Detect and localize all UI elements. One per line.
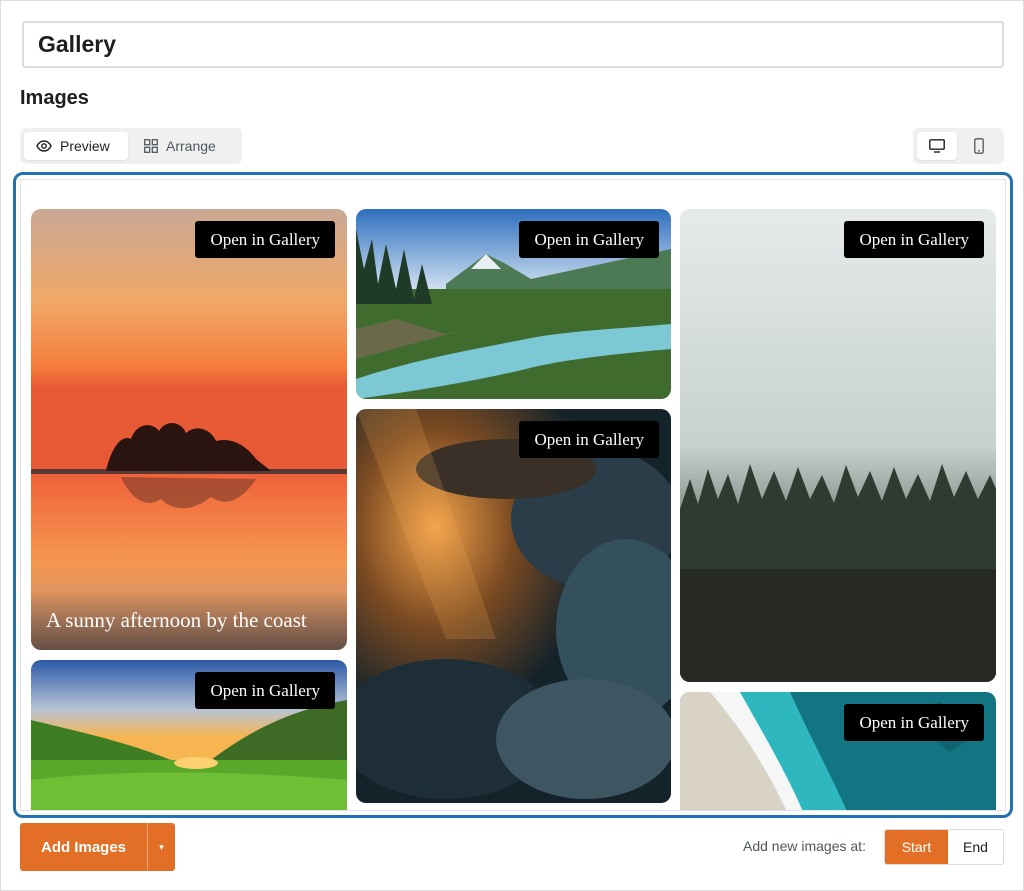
dramatic-clouds-photo — [356, 409, 671, 803]
open-in-gallery-button[interactable]: Open in Gallery — [844, 704, 984, 741]
open-in-gallery-button[interactable]: Open in Gallery — [195, 221, 335, 258]
open-in-gallery-button[interactable]: Open in Gallery — [195, 672, 335, 709]
mobile-view-button[interactable] — [959, 132, 999, 160]
add-images-button-group: Add Images ▾ — [20, 823, 175, 871]
preview-tab-label: Preview — [60, 138, 110, 154]
add-images-button[interactable]: Add Images — [20, 823, 147, 871]
foggy-forest-photo — [680, 209, 996, 682]
arrange-tab[interactable]: Arrange — [132, 132, 228, 160]
open-in-gallery-button[interactable]: Open in Gallery — [844, 221, 984, 258]
insert-position-toggle: Start End — [884, 829, 1004, 865]
mobile-icon — [974, 138, 984, 154]
open-in-gallery-button[interactable]: Open in Gallery — [519, 221, 659, 258]
desktop-view-button[interactable] — [917, 132, 957, 160]
desktop-icon — [929, 139, 945, 153]
gallery-image-sunset-lake[interactable]: Open in Gallery A sunny afternoon by the… — [31, 209, 347, 650]
insert-at-end-button[interactable]: End — [948, 830, 1003, 864]
insert-at-start-button[interactable]: Start — [885, 830, 948, 864]
eye-icon — [36, 140, 52, 152]
grid-icon — [144, 139, 158, 153]
view-mode-toggle: Preview Arrange — [20, 128, 242, 164]
open-in-gallery-button[interactable]: Open in Gallery — [519, 421, 659, 458]
gallery-image-mountain-river[interactable]: Open in Gallery — [356, 209, 671, 399]
image-caption: A sunny afternoon by the coast — [31, 590, 347, 650]
gallery-image-aerial-beach[interactable]: Open in Gallery — [680, 692, 996, 810]
gallery-image-foggy-forest[interactable]: Open in Gallery — [680, 209, 996, 682]
sunset-lake-photo — [31, 209, 347, 650]
gallery-image-dramatic-clouds[interactable]: Open in Gallery — [356, 409, 671, 803]
insert-position-label: Add new images at: — [743, 838, 866, 854]
preview-tab[interactable]: Preview — [24, 132, 128, 160]
arrange-tab-label: Arrange — [166, 138, 216, 154]
add-images-dropdown-toggle[interactable]: ▾ — [147, 823, 175, 871]
images-heading: Images — [20, 87, 89, 109]
gallery-canvas: Open in Gallery A sunny afternoon by the… — [20, 179, 1006, 811]
device-toggle — [913, 128, 1004, 164]
gallery-title-input[interactable] — [22, 21, 1004, 68]
gallery-preview: Open in Gallery A sunny afternoon by the… — [13, 172, 1013, 818]
gallery-image-grassy-valley[interactable]: Open in Gallery — [31, 660, 347, 810]
